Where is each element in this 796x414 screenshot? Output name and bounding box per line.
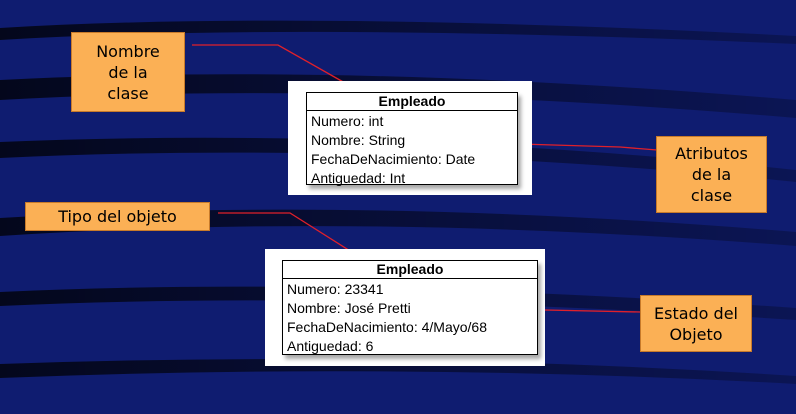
class-attribute: Antiguedad: Int [311, 170, 406, 186]
callout-class-name: Nombre de la clase [71, 32, 185, 112]
callout-class-name-line1: Nombre [96, 41, 160, 61]
callout-class-attributes-line1: Atributos [675, 144, 748, 163]
object-attribute: Nombre: José Pretti [287, 300, 411, 316]
class-attribute: Numero: int [311, 113, 384, 129]
object-box-title: Empleado [283, 261, 537, 279]
class-box: Empleado Numero: int Nombre: String Fech… [306, 92, 518, 188]
class-diagram-panel: Empleado Numero: int Nombre: String Fech… [288, 81, 532, 195]
object-attribute: Antiguedad: 6 [287, 338, 374, 354]
callout-object-state: Estado del Objeto [640, 295, 752, 352]
callout-object-state-line1: Estado del [654, 303, 738, 323]
class-attribute: FechaDeNacimiento: Date [311, 151, 476, 167]
object-box-attributes: Numero: 23341 Nombre: José Pretti FechaD… [283, 279, 537, 356]
callout-class-attributes-line2: de la [691, 165, 732, 184]
object-attribute: FechaDeNacimiento: 4/Mayo/68 [287, 319, 487, 335]
callout-object-type: Tipo del objeto [25, 202, 210, 231]
class-box-title: Empleado [307, 93, 517, 111]
callout-class-name-line3: clase [107, 83, 149, 103]
callout-object-type-line1: Tipo del objeto [58, 207, 177, 226]
callout-class-name-line2: de la [108, 62, 148, 82]
class-box-attributes: Numero: int Nombre: String FechaDeNacimi… [307, 111, 517, 188]
callout-object-state-line2: Objeto [669, 324, 723, 344]
object-box: Empleado Numero: 23341 Nombre: José Pret… [282, 260, 538, 355]
callout-class-attributes-line3: clase [690, 186, 733, 205]
object-diagram-panel: Empleado Numero: 23341 Nombre: José Pret… [265, 249, 545, 366]
callout-class-attributes: Atributos de la clase [656, 136, 767, 213]
object-attribute: Numero: 23341 [287, 281, 384, 297]
class-attribute: Nombre: String [311, 132, 406, 148]
